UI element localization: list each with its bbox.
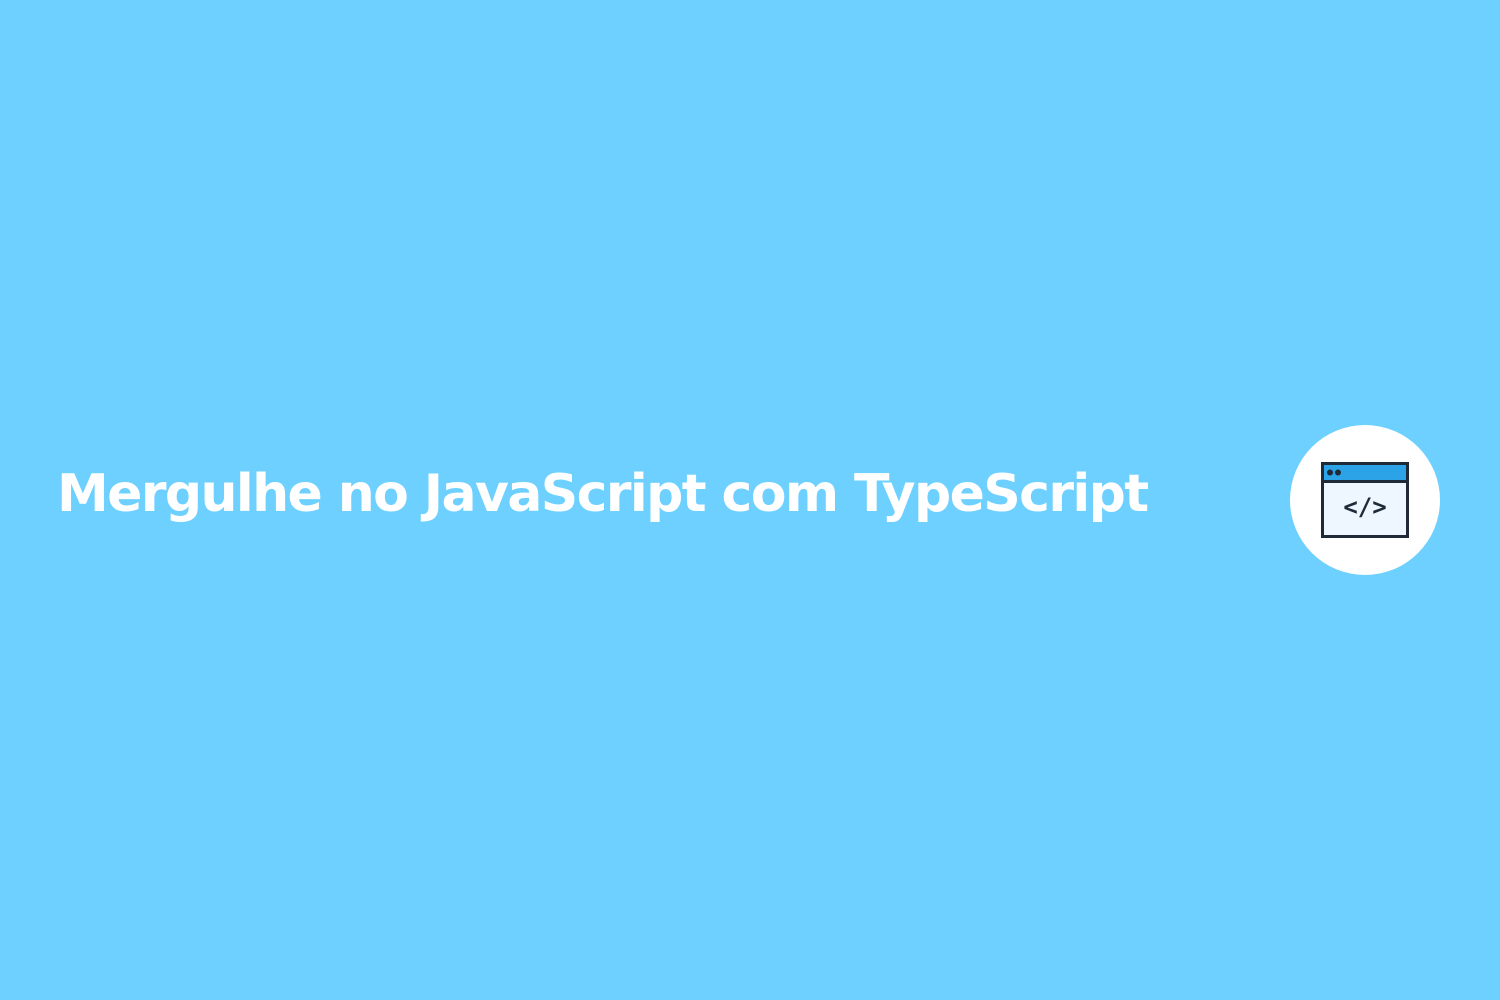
window-dot [1327, 469, 1333, 476]
page-title: Mergulhe no JavaScript com TypeScript [57, 464, 1149, 524]
icon-badge: </> [1290, 425, 1440, 575]
code-glyph: </> [1343, 493, 1386, 521]
window-dot [1335, 469, 1341, 476]
code-window-icon: </> [1321, 462, 1409, 538]
banner: Mergulhe no JavaScript com TypeScript </… [0, 0, 1500, 1000]
